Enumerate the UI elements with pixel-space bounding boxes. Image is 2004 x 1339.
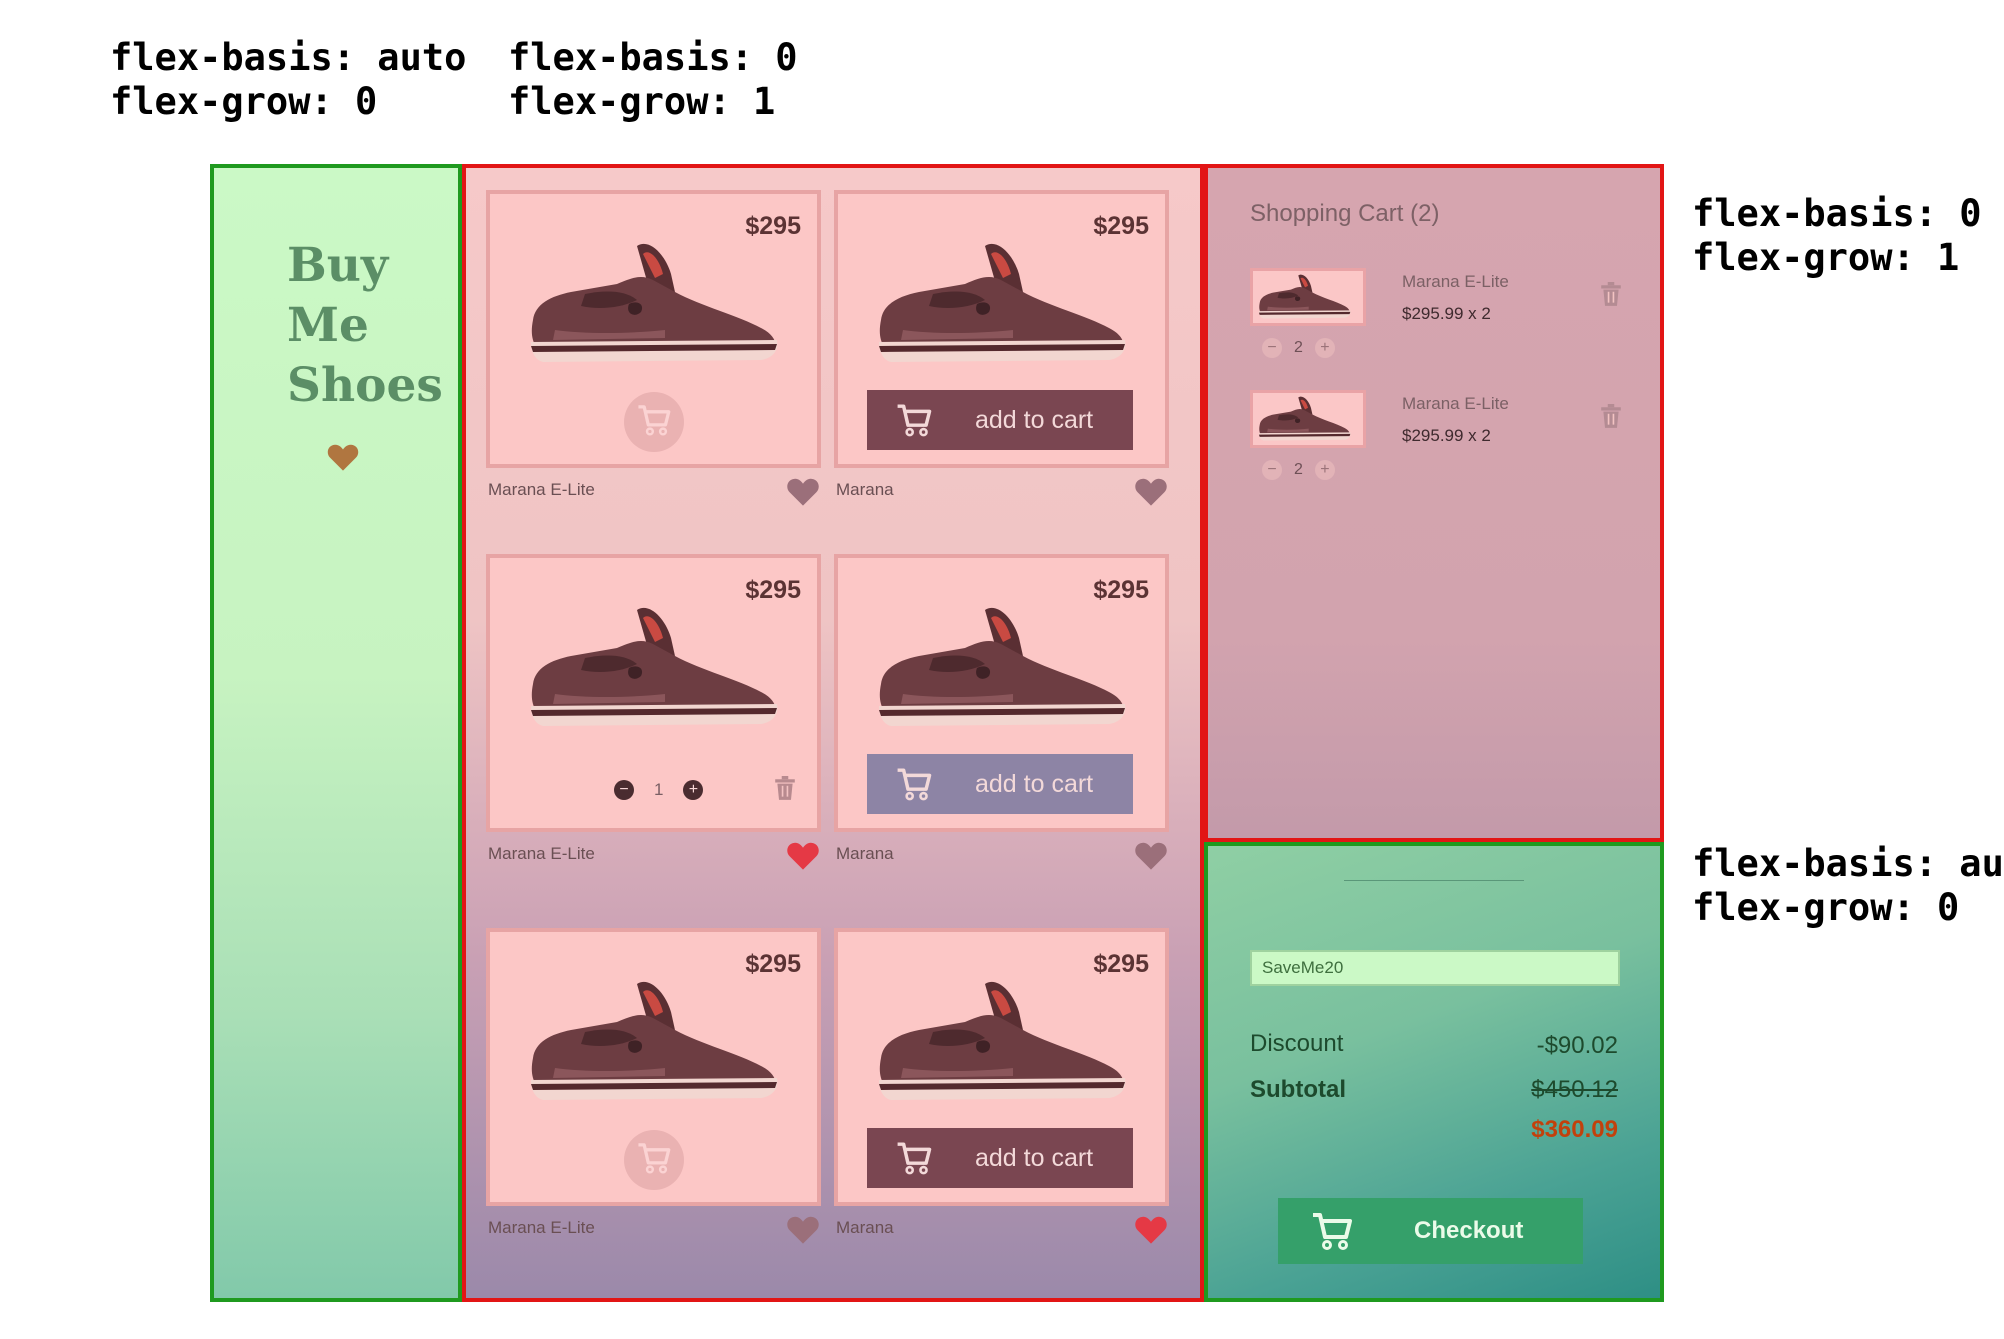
product-card[interactable]: $295−1 + bbox=[486, 554, 821, 832]
quantity-stepper: − 1 + bbox=[614, 780, 704, 800]
annotation-checkout-grow: flex-grow: 0 bbox=[1692, 886, 1960, 929]
cart-icon bbox=[636, 402, 672, 442]
cart-icon bbox=[636, 1140, 672, 1180]
product-name: Marana E-Lite bbox=[488, 480, 595, 499]
checkout-panel: SaveMe20 Discount -$90.02 Subtotal $450.… bbox=[1204, 842, 1664, 1302]
shoe-image bbox=[524, 598, 786, 742]
annotation-cart: flex-basis: 0 flex-grow: 1 bbox=[1692, 192, 1982, 280]
product-name: Marana bbox=[836, 480, 894, 499]
logo[interactable]: Buy Me Shoes bbox=[287, 236, 443, 416]
cart-item-thumbnail bbox=[1250, 268, 1366, 326]
product-grid: $295 Marana E-Lite $295 add to cart Marana $2… bbox=[462, 164, 1204, 1302]
add-to-cart-button[interactable]: add to cart bbox=[867, 754, 1133, 814]
cart-circle-button[interactable] bbox=[624, 392, 684, 452]
shoe-image bbox=[872, 234, 1134, 378]
trash-icon[interactable] bbox=[1600, 282, 1622, 311]
coupon-input[interactable]: SaveMe20 bbox=[1250, 950, 1620, 986]
add-to-cart-button[interactable]: add to cart bbox=[867, 390, 1133, 450]
subtotal-label: Subtotal bbox=[1250, 1076, 1346, 1103]
favorite-heart-icon[interactable] bbox=[786, 476, 820, 511]
cart-item-name: Marana E-Lite bbox=[1402, 394, 1509, 413]
cart-icon bbox=[895, 1139, 933, 1177]
cart-item-thumbnail bbox=[1250, 390, 1366, 448]
annotation-main-basis: flex-basis: 0 bbox=[508, 36, 798, 79]
favorite-heart-icon[interactable] bbox=[1134, 476, 1168, 511]
shopping-cart: Shopping Cart (2) Marana E-Lite $295.99 x… bbox=[1204, 164, 1664, 842]
add-to-cart-button[interactable]: add to cart bbox=[867, 1128, 1133, 1188]
product-name: Marana E-Lite bbox=[488, 844, 595, 863]
annotation-main-grow: flex-grow: 1 bbox=[508, 80, 776, 123]
annotation-cart-basis: flex-basis: 0 bbox=[1692, 192, 1982, 235]
shoe-image bbox=[872, 598, 1134, 742]
product-name: Marana bbox=[836, 1218, 894, 1237]
heart-icon[interactable] bbox=[326, 442, 360, 472]
discount-value: -$90.02 bbox=[1536, 1032, 1618, 1059]
cart-icon bbox=[1310, 1209, 1354, 1253]
logo-line-3: Shoes bbox=[287, 358, 443, 413]
increment-button[interactable]: + bbox=[1314, 460, 1335, 480]
annotation-main: flex-basis: 0 flex-grow: 1 bbox=[508, 36, 798, 124]
logo-line-2: Me bbox=[287, 298, 369, 353]
favorite-heart-icon[interactable] bbox=[1134, 840, 1168, 875]
cart-icon bbox=[895, 765, 933, 803]
cart-circle-button[interactable] bbox=[624, 1130, 684, 1190]
product-card[interactable]: $295 add to cart bbox=[834, 928, 1169, 1206]
cart-item-stepper: −2 + bbox=[1262, 338, 1335, 358]
cart-item-price: $295.99 x 2 bbox=[1402, 426, 1491, 445]
add-to-cart-label: add to cart bbox=[975, 405, 1094, 434]
product-name: Marana E-Lite bbox=[488, 1218, 595, 1237]
product-card[interactable]: $295 add to cart bbox=[834, 554, 1169, 832]
checkout-button[interactable]: Checkout bbox=[1278, 1198, 1583, 1264]
product-card[interactable]: $295 add to cart bbox=[834, 190, 1169, 468]
shoe-image bbox=[872, 972, 1134, 1116]
shoe-image bbox=[524, 234, 786, 378]
annotation-cart-grow: flex-grow: 1 bbox=[1692, 236, 1960, 279]
decrement-button[interactable]: − bbox=[1262, 460, 1282, 480]
product-name: Marana bbox=[836, 844, 894, 863]
annotation-checkout-basis: flex-basis: auto bbox=[1692, 842, 2004, 885]
increment-button[interactable]: + bbox=[1314, 338, 1335, 358]
increment-button[interactable]: + bbox=[683, 780, 704, 800]
cart-item-name: Marana E-Lite bbox=[1402, 272, 1509, 291]
divider bbox=[1344, 880, 1524, 881]
trash-icon[interactable] bbox=[1600, 404, 1622, 433]
product-card[interactable]: $295 bbox=[486, 190, 821, 468]
subtotal-value: $450.12 bbox=[1531, 1076, 1618, 1103]
annotation-sidebar: flex-basis: auto flex-grow: 0 bbox=[110, 36, 466, 124]
annotation-sidebar-grow: flex-grow: 0 bbox=[110, 80, 378, 123]
cart-item-stepper: −2 + bbox=[1262, 460, 1335, 480]
add-to-cart-label: add to cart bbox=[975, 769, 1094, 798]
cart-item: Marana E-Lite $295.99 x 2 −2 + bbox=[1250, 268, 1650, 378]
cart-item: Marana E-Lite $295.99 x 2 −2 + bbox=[1250, 390, 1650, 500]
cart-title: Shopping Cart (2) bbox=[1250, 200, 1440, 227]
favorite-heart-icon[interactable] bbox=[1134, 1214, 1168, 1249]
cart-item-price: $295.99 x 2 bbox=[1402, 304, 1491, 323]
product-card[interactable]: $295 bbox=[486, 928, 821, 1206]
decrement-button[interactable]: − bbox=[1262, 338, 1282, 358]
annotation-checkout: flex-basis: auto flex-grow: 0 bbox=[1692, 842, 2004, 930]
checkout-button-label: Checkout bbox=[1414, 1217, 1524, 1244]
cart-item-quantity: 2 bbox=[1294, 461, 1303, 478]
logo-line-1: Buy bbox=[287, 238, 389, 293]
add-to-cart-label: add to cart bbox=[975, 1143, 1094, 1172]
total-value: $360.09 bbox=[1531, 1116, 1618, 1143]
cart-icon bbox=[895, 401, 933, 439]
quantity-value: 1 bbox=[654, 780, 664, 799]
decrement-button[interactable]: − bbox=[614, 780, 634, 800]
shoe-image bbox=[524, 972, 786, 1116]
discount-label: Discount bbox=[1250, 1030, 1344, 1057]
sidebar: Buy Me Shoes bbox=[210, 164, 462, 1302]
trash-icon[interactable] bbox=[774, 776, 796, 805]
annotation-sidebar-basis: flex-basis: auto bbox=[110, 36, 467, 79]
favorite-heart-icon[interactable] bbox=[786, 840, 820, 875]
cart-item-quantity: 2 bbox=[1294, 339, 1303, 356]
favorite-heart-icon[interactable] bbox=[786, 1214, 820, 1249]
